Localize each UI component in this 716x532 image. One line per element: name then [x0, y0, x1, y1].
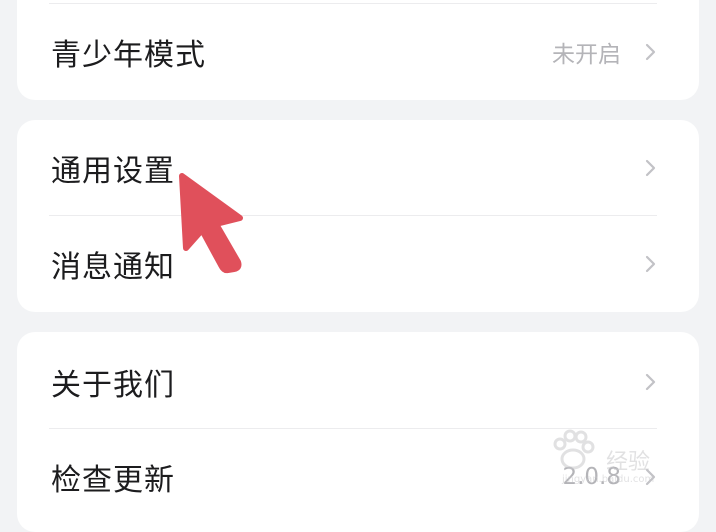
- row-label: 检查更新: [51, 463, 175, 498]
- watermark-text: 经验: [606, 450, 651, 475]
- chevron-right-icon: [645, 159, 656, 177]
- row-label: 关于我们: [51, 368, 175, 403]
- chevron-right-icon: [645, 43, 656, 61]
- row-label: 通用设置: [51, 154, 175, 189]
- row-label: 青少年模式: [51, 38, 206, 73]
- chevron-right-icon: [645, 373, 656, 391]
- row-status-value: 未开启: [552, 42, 621, 68]
- row-about-us[interactable]: 关于我们: [17, 334, 699, 430]
- row-message-notifications[interactable]: 消息通知: [17, 216, 699, 312]
- row-label: 消息通知: [51, 250, 175, 285]
- watermark-url: jingyan.baidu.com: [562, 474, 655, 485]
- row-general-settings[interactable]: 通用设置: [17, 120, 699, 216]
- paw-logo-icon: [553, 429, 595, 470]
- settings-card-general: 通用设置 消息通知: [17, 120, 699, 312]
- settings-card-teen: 青少年模式 未开启: [17, 0, 699, 100]
- row-teen-mode[interactable]: 青少年模式 未开启: [17, 4, 699, 100]
- arrow-pointer-icon: [179, 173, 243, 274]
- watermark: 经验 jingyan.baidu.com: [548, 426, 698, 496]
- chevron-right-icon: [645, 255, 656, 273]
